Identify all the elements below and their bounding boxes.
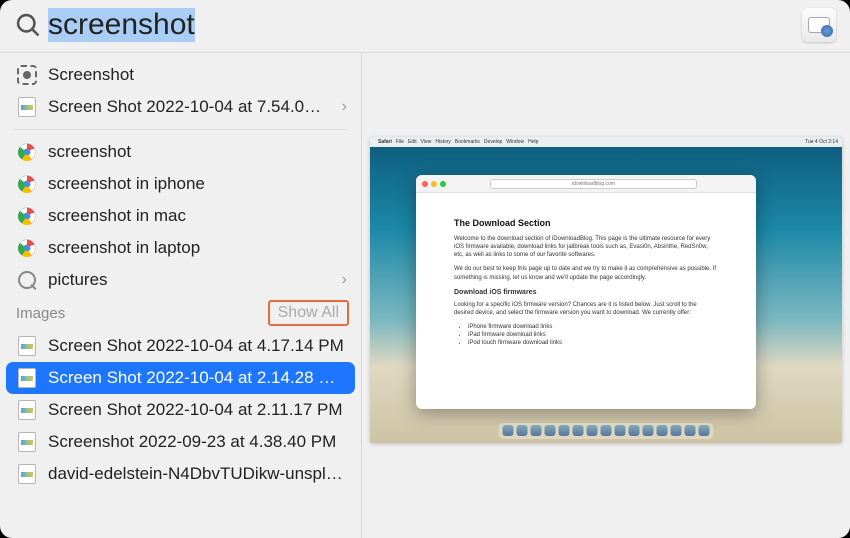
preview-address-bar: idownloadblog.com: [490, 179, 697, 189]
result-label: Screenshot: [48, 65, 347, 85]
image-file-icon: [16, 399, 38, 421]
chevron-right-icon: ›: [342, 98, 347, 116]
preview-menubar: Safari File Edit View History Bookmarks …: [370, 137, 842, 147]
search-input[interactable]: [48, 8, 802, 42]
result-label: Screen Shot 2022-10-04 at 2.14.28 PM: [48, 368, 341, 388]
image-file-icon: [16, 463, 38, 485]
show-all-button[interactable]: Show All: [268, 300, 349, 326]
image-result[interactable]: Screen Shot 2022-10-04 at 4.17.14 PM: [0, 330, 361, 362]
spotlight-window: Screenshot Screen Shot 2022-10-04 at 7.5…: [0, 0, 850, 538]
preview-heading: The Download Section: [454, 217, 718, 229]
result-label: screenshot in laptop: [48, 238, 347, 258]
screenshot-app-icon: [16, 64, 38, 86]
results-sidebar: Screenshot Screen Shot 2022-10-04 at 7.5…: [0, 53, 362, 538]
preview-app-icon[interactable]: [802, 8, 836, 42]
web-result[interactable]: screenshot in iphone: [0, 168, 361, 200]
divider: [14, 129, 347, 130]
result-label: Screenshot 2022-09-23 at 4.38.40 PM: [48, 432, 347, 452]
preview-pane: Safari File Edit View History Bookmarks …: [362, 53, 850, 538]
result-label: Screen Shot 2022-10-04 at 7.54.0…: [48, 97, 342, 117]
result-label: pictures: [48, 270, 342, 290]
result-label: screenshot: [48, 142, 347, 162]
web-result[interactable]: screenshot in laptop: [0, 232, 361, 264]
web-result[interactable]: screenshot: [0, 136, 361, 168]
result-label: Screen Shot 2022-10-04 at 2.11.17 PM: [48, 400, 347, 420]
images-section-header: Images Show All: [0, 296, 361, 330]
chrome-icon: [16, 173, 38, 195]
top-hit-app[interactable]: Screenshot: [0, 59, 361, 91]
chrome-icon: [16, 237, 38, 259]
image-result[interactable]: Screenshot 2022-09-23 at 4.38.40 PM: [0, 426, 361, 458]
content-area: Screenshot Screen Shot 2022-10-04 at 7.5…: [0, 53, 850, 538]
image-file-icon: [16, 367, 38, 389]
image-result-selected[interactable]: Screen Shot 2022-10-04 at 2.14.28 PM: [6, 362, 355, 394]
web-result-generic[interactable]: pictures ›: [0, 264, 361, 296]
chrome-icon: [16, 141, 38, 163]
web-result[interactable]: screenshot in mac: [0, 200, 361, 232]
image-file-icon: [16, 431, 38, 453]
result-label: Screen Shot 2022-10-04 at 4.17.14 PM: [48, 336, 347, 356]
chevron-right-icon: ›: [342, 271, 347, 289]
image-file-icon: [16, 96, 38, 118]
chrome-icon: [16, 205, 38, 227]
result-label: david-edelstein-N4DbvTUDikw-unspl…: [48, 464, 347, 484]
image-result[interactable]: Screen Shot 2022-10-04 at 2.11.17 PM: [0, 394, 361, 426]
image-result[interactable]: david-edelstein-N4DbvTUDikw-unspl…: [0, 458, 361, 490]
result-label: screenshot in iphone: [48, 174, 347, 194]
preview-dock: [499, 423, 714, 439]
image-file-icon: [16, 335, 38, 357]
preview-thumbnail[interactable]: Safari File Edit View History Bookmarks …: [370, 137, 842, 443]
search-bar: [0, 0, 850, 53]
result-label: screenshot in mac: [48, 206, 347, 226]
top-hit-file[interactable]: Screen Shot 2022-10-04 at 7.54.0… ›: [0, 91, 361, 123]
section-title: Images: [16, 305, 268, 322]
magnifier-icon: [16, 269, 38, 291]
preview-browser-window: idownloadblog.com The Download Section W…: [416, 175, 756, 409]
search-icon: [14, 11, 42, 39]
